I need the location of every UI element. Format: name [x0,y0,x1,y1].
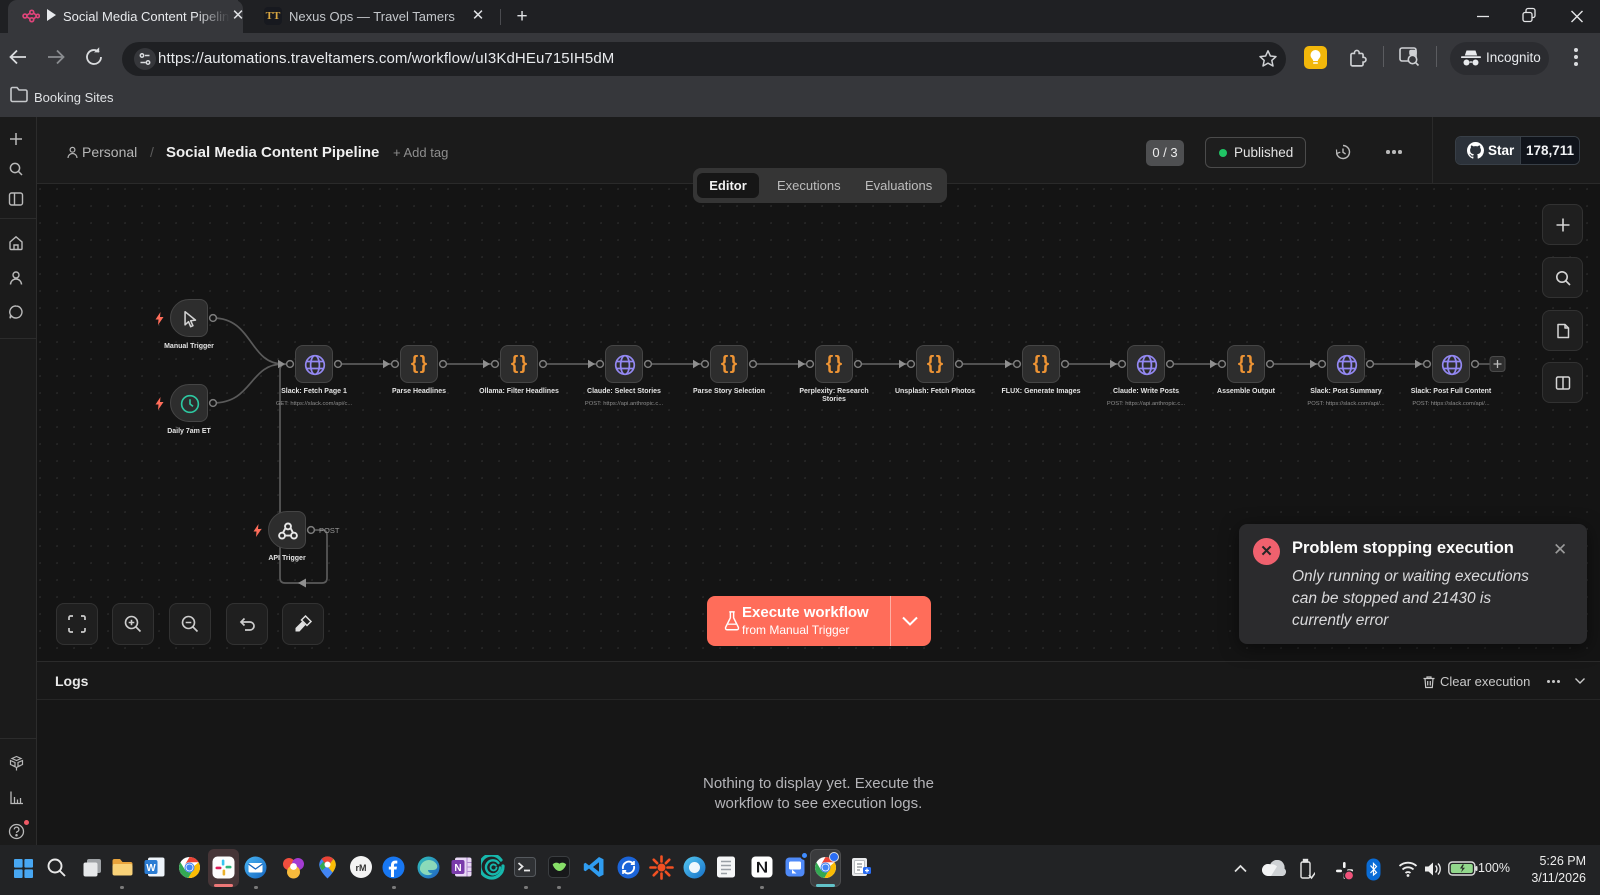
svg-text:N: N [454,863,461,874]
svg-text:POST: POST [319,526,340,535]
svg-text:rM: rM [355,863,366,873]
svg-text:W: W [146,863,156,874]
